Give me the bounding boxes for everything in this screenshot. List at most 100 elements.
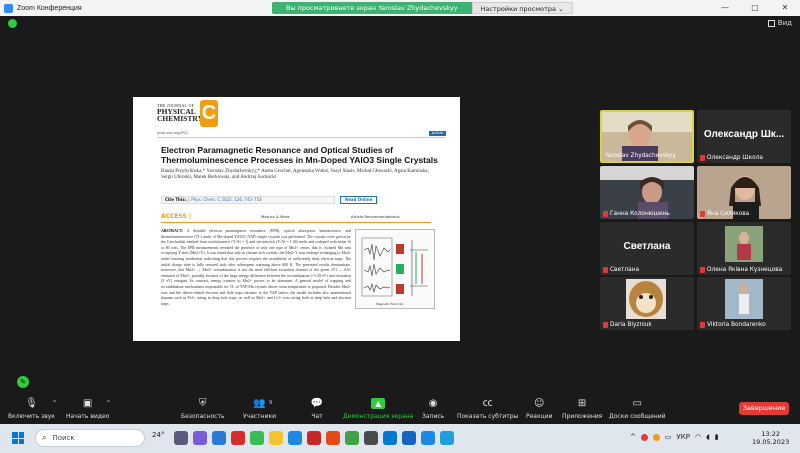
record-button[interactable]: ◉ Запись — [422, 398, 444, 420]
volume-icon[interactable]: ◖ — [706, 433, 710, 441]
journal-c-logo: C — [200, 100, 218, 127]
encryption-shield-icon[interactable] — [8, 19, 17, 28]
participant-tile[interactable]: Светлана Светлана — [600, 222, 694, 275]
journal-url: pubs.acs.org/JPCC — [157, 131, 189, 135]
window-title: Zoom Конференция — [17, 4, 82, 12]
unmute-label: Включить звук — [8, 413, 55, 420]
battery-icon[interactable]: ▭ — [665, 433, 672, 441]
mic-off-icon: 🎙 — [25, 398, 38, 409]
language-indicator[interactable]: УКР — [677, 433, 690, 441]
search-icon: ⌕ — [42, 433, 47, 442]
windows-start-icon[interactable] — [12, 432, 24, 444]
weather-widget[interactable]: 24° — [152, 431, 164, 439]
participant-name: Светлана — [603, 267, 639, 273]
journal-line3: CHEMISTRY — [157, 114, 203, 123]
wifi-icon[interactable]: ◠ — [695, 433, 701, 441]
meeting-toolbar: 🎙 Включить звук ^ ▣ Начать видео ^ ⛨ Без… — [0, 393, 800, 424]
tray-overflow-icon[interactable]: ^ — [630, 433, 636, 441]
video-options-caret-icon[interactable]: ^ — [106, 400, 111, 407]
apps-label: Приложения — [562, 413, 603, 420]
share-banner-text: Вы просматриваете экран Yaroslav Zhydach… — [272, 2, 472, 14]
captions-button[interactable]: ㏄ Показать субтитры — [457, 398, 518, 420]
view-options-button[interactable]: Настройки просмотра ⌄ — [471, 2, 573, 14]
file-explorer-icon[interactable] — [269, 431, 283, 445]
participants-button[interactable]: 👥 Участники 9 — [243, 398, 276, 420]
recommendations-link: Article Recommendations — [351, 214, 400, 219]
clock-date: 19.05.2023 — [752, 438, 790, 446]
participant-tile[interactable]: Ганна Колонюшень — [600, 166, 694, 219]
chat-button[interactable]: 💬 Чат — [310, 398, 324, 420]
participant-name: Яна Силякова — [700, 211, 749, 217]
share-screen-icon: ▲ — [371, 398, 386, 409]
apps-icon: ⊞ — [577, 398, 587, 409]
outlook-icon[interactable] — [421, 431, 435, 445]
participant-tile[interactable]: Yaroslav Zhydachevskyy — [600, 110, 694, 163]
participant-name: Yaroslav Zhydachevskyy — [605, 153, 676, 159]
zoom-taskbar-icon[interactable] — [212, 431, 226, 445]
view-button[interactable]: Вид — [767, 19, 792, 27]
share-screen-button[interactable]: ▲ Демонстрация экрана — [343, 398, 413, 420]
zoom-meeting-icon[interactable] — [402, 431, 416, 445]
cc-icon: ㏄ — [482, 398, 493, 409]
participant-tile[interactable]: Daria Blyzniuk — [600, 277, 694, 330]
taskbar-search[interactable]: ⌕ Поиск — [35, 429, 145, 447]
telegram-icon[interactable] — [440, 431, 454, 445]
share-screen-label: Демонстрация экрана — [343, 413, 414, 420]
apps-button[interactable]: ⊞ Приложения — [562, 398, 602, 420]
participant-name: Олександр Школа — [700, 155, 763, 161]
article-badge: Article — [428, 131, 446, 136]
unmute-button[interactable]: 🎙 Включить звук ^ — [8, 398, 57, 420]
article-title: Electron Paramagnetic Resonance and Opti… — [161, 145, 438, 165]
task-view-icon[interactable] — [174, 431, 188, 445]
security-button[interactable]: ⛨ Безопасность — [181, 398, 225, 420]
antivirus-icon[interactable] — [640, 433, 648, 441]
participant-tile[interactable]: Олександр Шк... Олександр Школа — [697, 110, 791, 163]
abstract: ABSTRACT: A detailed electron paramagnet… — [161, 229, 351, 307]
record-label: Запись — [422, 413, 445, 420]
mic-options-caret-icon[interactable]: ^ — [52, 400, 57, 407]
close-button[interactable]: ✕ — [770, 0, 800, 16]
reactions-button[interactable]: ☺ Реакции — [526, 398, 553, 420]
maximize-button[interactable]: ▢ — [740, 0, 770, 16]
annotate-pencil-icon[interactable]: ✎ — [17, 376, 29, 388]
participant-tile[interactable]: Viktoria Bondarenko — [697, 277, 791, 330]
chat-label: Чат — [311, 413, 323, 420]
whiteboard-button[interactable]: ▭ Доски сообщений — [609, 398, 666, 420]
security-label: Безопасность — [181, 413, 225, 420]
grid-icon — [767, 19, 775, 27]
video-off-icon: ▣ — [82, 398, 93, 409]
participant-name: Viktoria Bondarenko — [700, 322, 766, 328]
shared-screen[interactable]: THE JOURNAL OF PHYSICAL CHEMISTRY C pubs… — [133, 97, 460, 341]
taskbar-clock[interactable]: 13:22 19.05.2023 — [752, 430, 789, 446]
media-icon[interactable] — [364, 431, 378, 445]
teams-icon[interactable] — [193, 431, 207, 445]
security-shield-icon: ⛨ — [199, 398, 207, 409]
cite-box: Cite This: J. Phys. Chem. C 2022, 126, 7… — [161, 196, 335, 204]
store-icon[interactable] — [383, 431, 397, 445]
update-icon[interactable] — [652, 433, 660, 441]
chrome-profile-icon[interactable] — [345, 431, 359, 445]
powerpoint-icon[interactable] — [326, 431, 340, 445]
power-icon[interactable]: ▮ — [715, 433, 719, 441]
opera-icon[interactable] — [231, 431, 245, 445]
participant-name: Олена Яківна Кузнецова — [700, 267, 782, 273]
participants-count: 9 — [269, 400, 273, 406]
word-icon[interactable] — [288, 431, 302, 445]
toc-graphic-svg — [361, 237, 428, 297]
view-button-label: Вид — [777, 19, 792, 27]
minimize-button[interactable]: — — [710, 0, 740, 16]
participant-display-name: Олександр Шк... — [703, 129, 785, 140]
abstract-text: A detailed electron paramagnetic resonan… — [161, 229, 351, 306]
article-authors: Hanka Przybylińska,* Yaroslav Zhydachevs… — [161, 169, 429, 181]
mic-muted-icon — [700, 267, 705, 273]
record-icon: ◉ — [428, 398, 438, 409]
start-video-button[interactable]: ▣ Начать видео ^ — [66, 398, 111, 420]
reactions-icon: ☺ — [534, 398, 545, 409]
participant-name: Daria Blyzniuk — [603, 322, 652, 328]
chrome-icon[interactable] — [250, 431, 264, 445]
acrobat-icon[interactable] — [307, 431, 321, 445]
end-meeting-button[interactable]: Завершение — [739, 402, 789, 415]
participant-tile[interactable]: Олена Яківна Кузнецова — [697, 222, 791, 275]
participant-tile[interactable]: Яна Силякова — [697, 166, 791, 219]
mic-muted-icon — [603, 322, 608, 328]
